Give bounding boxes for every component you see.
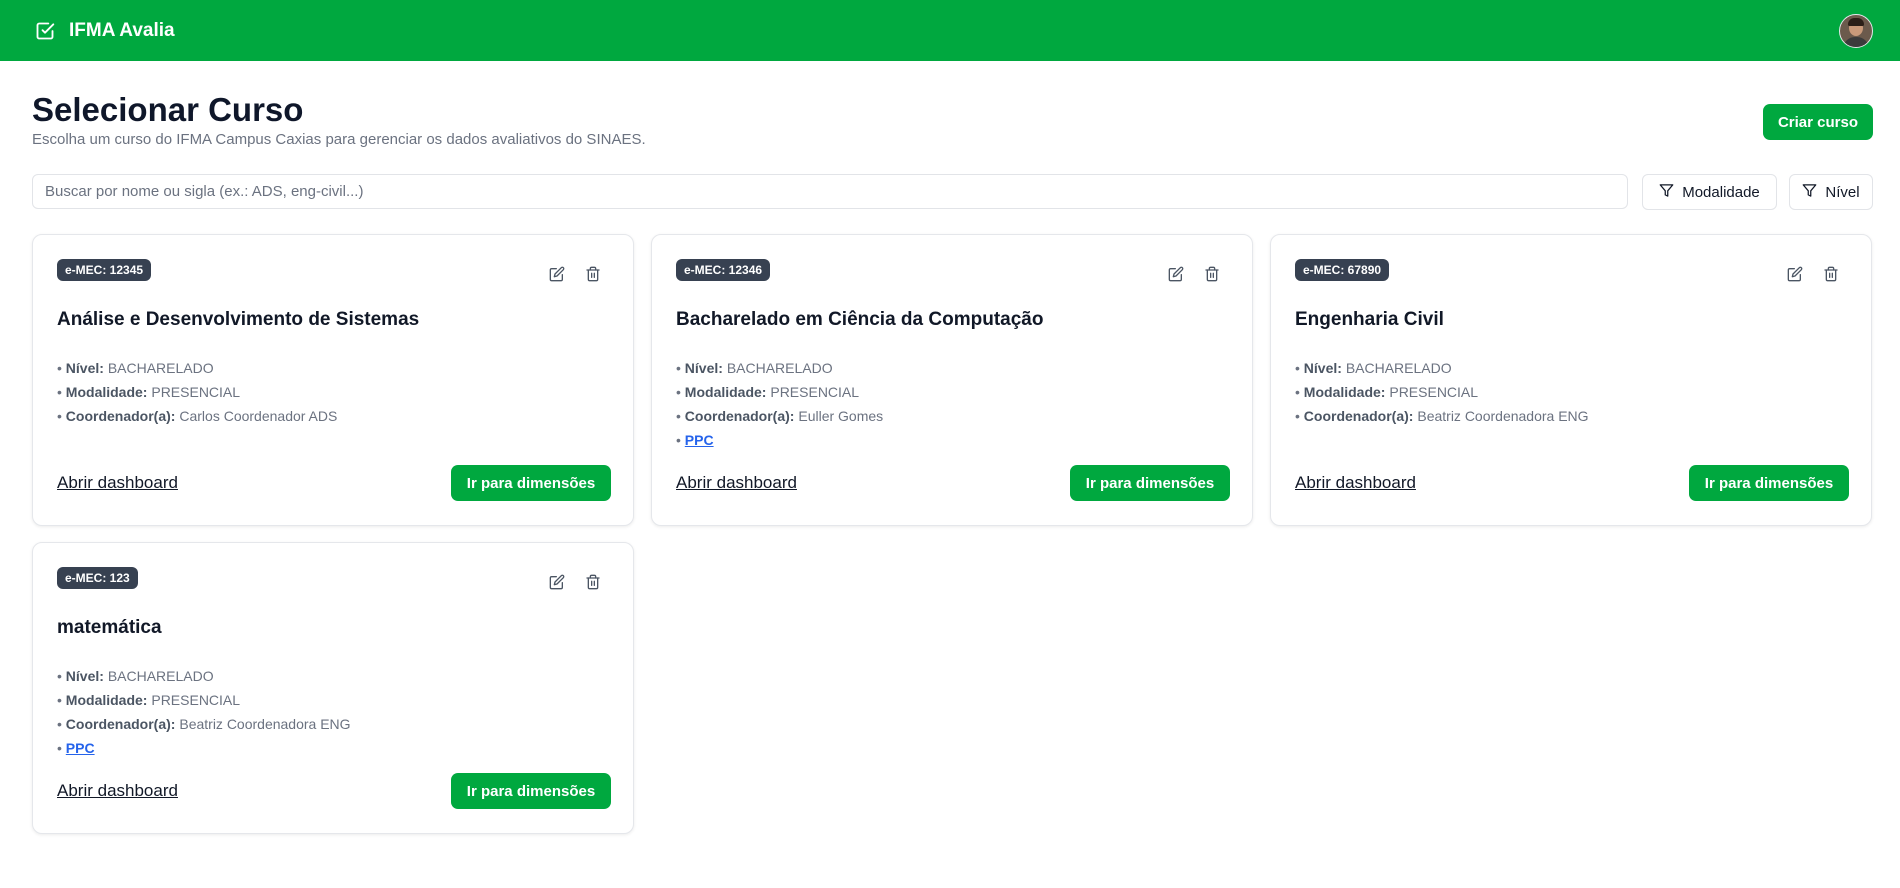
course-info: • Nível: BACHARELADO • Modalidade: PRESE… (1295, 356, 1589, 428)
course-title: matemática (57, 617, 162, 638)
page-title: Selecionar Curso (32, 91, 304, 128)
course-title: Bacharelado em Ciência da Computação (676, 309, 1044, 330)
go-dimensions-button[interactable]: Ir para dimensões (451, 773, 611, 809)
trash-icon[interactable] (583, 572, 603, 592)
checkbox-icon (35, 21, 55, 41)
ppc-link[interactable]: PPC (66, 740, 95, 756)
nivel-line: • Nível: BACHARELADO (1295, 360, 1452, 376)
nivel-line: • Nível: BACHARELADO (57, 668, 214, 684)
course-info: • Nível: BACHARELADO • Modalidade: PRESE… (57, 664, 351, 760)
search-input[interactable] (32, 174, 1628, 209)
modalidade-value: PRESENCIAL (770, 384, 860, 400)
modalidade-line: • Modalidade: PRESENCIAL (676, 384, 860, 400)
coordenador-value: Euller Gomes (798, 408, 884, 424)
emec-badge: e-MEC: 123 (57, 567, 138, 589)
open-dashboard-link[interactable]: Abrir dashboard (57, 473, 178, 493)
open-dashboard-link[interactable]: Abrir dashboard (676, 473, 797, 493)
coordenador-line: • Coordenador(a): Beatriz Coordenadora E… (57, 716, 351, 732)
trash-icon[interactable] (583, 264, 603, 284)
coordenador-line: • Coordenador(a): Beatriz Coordenadora E… (1295, 408, 1589, 424)
brand[interactable]: IFMA Avalia (35, 20, 175, 42)
app-title: IFMA Avalia (69, 19, 175, 41)
modalidade-value: PRESENCIAL (151, 692, 241, 708)
nivel-filter-label: Nível (1825, 183, 1860, 201)
edit-icon[interactable] (1166, 264, 1186, 284)
filter-icon (1659, 183, 1674, 202)
coordenador-line: • Coordenador(a): Euller Gomes (676, 408, 884, 424)
nivel-line: • Nível: BACHARELADO (676, 360, 833, 376)
trash-icon[interactable] (1202, 264, 1222, 284)
course-card: e-MEC: 12346 Bacharelado em Ciência da C… (651, 234, 1253, 526)
go-dimensions-button[interactable]: Ir para dimensões (1070, 465, 1230, 501)
course-info: • Nível: BACHARELADO • Modalidade: PRESE… (676, 356, 883, 452)
trash-icon[interactable] (1821, 264, 1841, 284)
coordenador-value: Beatriz Coordenadora ENG (1417, 408, 1589, 424)
emec-badge: e-MEC: 67890 (1295, 259, 1390, 281)
create-course-button[interactable]: Criar curso (1763, 104, 1873, 140)
ppc-link[interactable]: PPC (685, 432, 714, 448)
course-card: e-MEC: 123 matemática • Nível: BACHARELA… (32, 542, 634, 834)
coordenador-value: Carlos Coordenador ADS (179, 408, 338, 424)
modalidade-line: • Modalidade: PRESENCIAL (1295, 384, 1479, 400)
course-card: e-MEC: 12345 Análise e Desenvolvimento d… (32, 234, 634, 526)
go-dimensions-button[interactable]: Ir para dimensões (1689, 465, 1849, 501)
course-title: Engenharia Civil (1295, 309, 1444, 330)
course-info: • Nível: BACHARELADO • Modalidade: PRESE… (57, 356, 337, 428)
edit-icon[interactable] (547, 264, 567, 284)
modalidade-filter-button[interactable]: Modalidade (1642, 174, 1777, 210)
modalidade-value: PRESENCIAL (151, 384, 241, 400)
ppc-line: • PPC (57, 740, 95, 756)
page-subtitle: Escolha um curso do IFMA Campus Caxias p… (32, 131, 646, 148)
top-navbar: IFMA Avalia (0, 0, 1900, 61)
avatar[interactable] (1839, 14, 1873, 48)
coordenador-line: • Coordenador(a): Carlos Coordenador ADS (57, 408, 338, 424)
open-dashboard-link[interactable]: Abrir dashboard (57, 781, 178, 801)
open-dashboard-link[interactable]: Abrir dashboard (1295, 473, 1416, 493)
edit-icon[interactable] (547, 572, 567, 592)
modalidade-line: • Modalidade: PRESENCIAL (57, 384, 241, 400)
nivel-line: • Nível: BACHARELADO (57, 360, 214, 376)
modalidade-value: PRESENCIAL (1389, 384, 1479, 400)
course-title: Análise e Desenvolvimento de Sistemas (57, 309, 420, 330)
coordenador-value: Beatriz Coordenadora ENG (179, 716, 351, 732)
go-dimensions-button[interactable]: Ir para dimensões (451, 465, 611, 501)
ppc-line: • PPC (676, 432, 714, 448)
nivel-value: BACHARELADO (107, 360, 214, 376)
edit-icon[interactable] (1785, 264, 1805, 284)
emec-badge: e-MEC: 12346 (676, 259, 771, 281)
course-card: e-MEC: 67890 Engenharia Civil • Nível: B… (1270, 234, 1872, 526)
nivel-value: BACHARELADO (726, 360, 833, 376)
emec-badge: e-MEC: 12345 (57, 259, 152, 281)
modalidade-filter-label: Modalidade (1682, 183, 1760, 201)
nivel-value: BACHARELADO (107, 668, 214, 684)
filter-icon (1802, 183, 1817, 202)
modalidade-line: • Modalidade: PRESENCIAL (57, 692, 241, 708)
nivel-value: BACHARELADO (1345, 360, 1452, 376)
nivel-filter-button[interactable]: Nível (1789, 174, 1873, 210)
